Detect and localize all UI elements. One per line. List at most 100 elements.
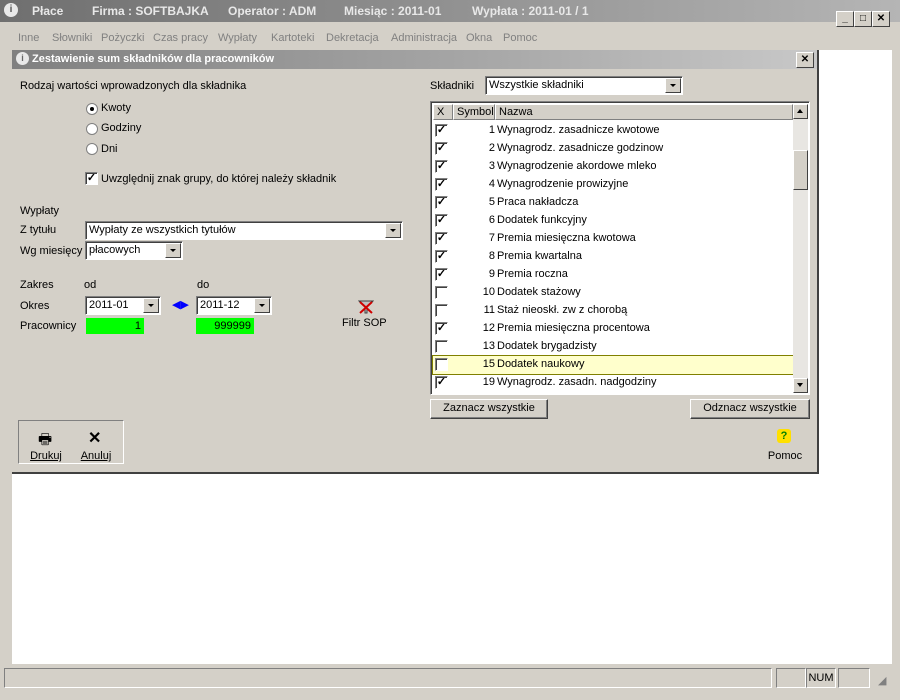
firma-label: Firma : SOFTBAJKA <box>92 4 209 18</box>
zaznacz-wszystkie-button[interactable]: Zaznacz wszystkie <box>430 399 548 419</box>
filtr-sop-button[interactable]: Filtr SOP <box>342 298 392 332</box>
pomoc-button[interactable]: ? Pomoc <box>763 428 807 468</box>
menu-administracja[interactable]: Administracja <box>391 32 457 44</box>
menu-pomoc[interactable]: Pomoc <box>503 32 537 44</box>
app-logo-icon: i <box>4 3 18 17</box>
row-symbol: 5 <box>488 196 495 208</box>
chevron-down-icon[interactable] <box>665 78 681 93</box>
row-checkbox[interactable] <box>435 286 448 299</box>
row-checkbox[interactable]: ✓ <box>435 178 448 191</box>
menu-okna[interactable]: Okna <box>466 32 492 44</box>
row-checkbox[interactable]: ✓ <box>435 376 448 389</box>
grid-scrollbar[interactable] <box>793 104 808 393</box>
row-name: Premia kwartalna <box>497 250 582 262</box>
table-row[interactable]: ✓ 12 Premia miesięczna procentowa <box>433 320 793 338</box>
table-row[interactable]: 15 Dodatek naukowy <box>432 355 794 375</box>
z-tytulu-select[interactable]: Wypłaty ze wszystkich tytułów <box>85 221 403 240</box>
drukuj-button[interactable]: 🖶 Drukuj <box>24 428 68 468</box>
menu-wyplaty[interactable]: Wypłaty <box>218 32 257 44</box>
row-checkbox[interactable] <box>435 358 448 371</box>
chevron-down-icon[interactable] <box>165 243 181 258</box>
radio-dni[interactable] <box>86 143 98 155</box>
col-header-symbol[interactable]: Symbol <box>453 104 495 120</box>
row-checkbox[interactable]: ✓ <box>435 160 448 173</box>
row-checkbox[interactable]: ✓ <box>435 250 448 263</box>
row-symbol: 13 <box>482 340 495 352</box>
table-row[interactable]: ✓ 3 Wynagrodzenie akordowe mleko <box>433 158 793 176</box>
anuluj-button[interactable]: ✕ Anuluj <box>74 428 118 468</box>
row-checkbox[interactable]: ✓ <box>435 142 448 155</box>
okres-od-value: 2011-01 <box>89 299 129 311</box>
wg-miesiecy-value: płacowych <box>89 244 141 256</box>
table-row[interactable]: ✓ 6 Dodatek funkcyjny <box>433 212 793 230</box>
row-name: Wynagrodz. zasadnicze kwotowe <box>497 124 660 136</box>
filtr-sop-label: Filtr SOP <box>342 317 387 329</box>
row-symbol: 1 <box>488 124 495 136</box>
okres-od-select[interactable]: 2011-01 <box>85 296 161 315</box>
table-row[interactable]: ✓ 2 Wynagrodz. zasadnicze godzinow <box>433 140 793 158</box>
scroll-up-icon[interactable] <box>793 104 808 119</box>
chevron-down-icon[interactable] <box>143 298 159 313</box>
menu-slowniki[interactable]: Słowniki <box>52 32 92 44</box>
dialog-title: Zestawienie sum składników dla pracownik… <box>32 53 275 65</box>
pracownicy-od-field[interactable]: 1 <box>86 318 144 334</box>
table-row[interactable]: ✓ 4 Wynagrodzenie prowizyjne <box>433 176 793 194</box>
row-checkbox[interactable]: ✓ <box>435 232 448 245</box>
pracownicy-do-field[interactable]: 999999 <box>196 318 254 334</box>
table-row[interactable]: ✓ 8 Premia kwartalna <box>433 248 793 266</box>
maximize-button[interactable]: □ <box>854 11 872 27</box>
table-row[interactable]: ✓ 7 Premia miesięczna kwotowa <box>433 230 793 248</box>
odznacz-wszystkie-button[interactable]: Odznacz wszystkie <box>690 399 810 419</box>
scroll-down-icon[interactable] <box>793 378 808 393</box>
table-row[interactable]: ✓ 19 Wynagrodz. zasadn. nadgodziny <box>433 374 793 392</box>
resize-grip-icon[interactable]: ◢ <box>878 674 886 687</box>
radio-godziny[interactable] <box>86 123 98 135</box>
okres-do-select[interactable]: 2011-12 <box>196 296 272 315</box>
row-checkbox[interactable]: ✓ <box>435 196 448 209</box>
close-app-button[interactable]: ✕ <box>872 11 890 27</box>
row-symbol: 15 <box>482 358 495 370</box>
table-row[interactable]: ✓ 5 Praca nakładcza <box>433 194 793 212</box>
col-header-x[interactable]: X <box>433 104 453 120</box>
row-checkbox[interactable]: ✓ <box>435 124 448 137</box>
table-row[interactable]: 10 Dodatek stażowy <box>433 284 793 302</box>
col-header-nazwa[interactable]: Nazwa <box>495 104 793 120</box>
table-row[interactable]: ✓ 1 Wynagrodz. zasadnicze kwotowe <box>433 122 793 140</box>
row-checkbox[interactable] <box>435 340 448 353</box>
minimize-button[interactable]: _ <box>836 11 854 27</box>
row-name: Dodatek naukowy <box>497 358 585 370</box>
anuluj-label: Anuluj <box>80 450 112 462</box>
help-icon: ? <box>777 429 791 443</box>
menu-czas-pracy[interactable]: Czas pracy <box>153 32 208 44</box>
swap-arrows-icon[interactable]: ◀▶ <box>172 298 189 311</box>
wyplata-label: Wypłata : 2011-01 / 1 <box>472 4 589 18</box>
od-label: od <box>84 279 97 291</box>
status-panel-num: NUM <box>806 668 836 688</box>
dialog-logo-icon: i <box>16 52 29 65</box>
chevron-down-icon[interactable] <box>254 298 270 313</box>
row-name: Dodatek brygadzisty <box>497 340 597 352</box>
table-row[interactable]: 11 Staż nieoskł. zw z chorobą <box>433 302 793 320</box>
uwzglednij-checkbox[interactable]: ✓ <box>85 172 98 185</box>
row-checkbox[interactable]: ✓ <box>435 268 448 281</box>
z-tytulu-label: Z tytułu <box>20 224 57 236</box>
scroll-thumb[interactable] <box>793 150 808 190</box>
row-checkbox[interactable] <box>435 304 448 317</box>
menu-kartoteki[interactable]: Kartoteki <box>271 32 314 44</box>
wg-miesiecy-label: Wg miesięcy <box>20 245 83 257</box>
menu-pozyczki[interactable]: Pożyczki <box>101 32 144 44</box>
wg-miesiecy-select[interactable]: płacowych <box>85 241 183 260</box>
menu-inne[interactable]: Inne <box>18 32 39 44</box>
table-row[interactable]: 13 Dodatek brygadzisty <box>433 338 793 356</box>
chevron-down-icon[interactable] <box>385 223 401 238</box>
operator-label: Operator : ADM <box>228 4 317 18</box>
row-checkbox[interactable]: ✓ <box>435 322 448 335</box>
skladniki-select[interactable]: Wszystkie składniki <box>485 76 683 95</box>
menu-dekretacja[interactable]: Dekretacja <box>326 32 379 44</box>
radio-kwoty[interactable] <box>86 103 98 115</box>
close-dialog-button[interactable]: ✕ <box>796 52 814 68</box>
row-checkbox[interactable]: ✓ <box>435 214 448 227</box>
uwzglednij-label: Uwzględnij znak grupy, do której należy … <box>101 173 337 185</box>
rodzaj-label: Rodzaj wartości wprowadzonych dla składn… <box>20 80 247 92</box>
table-row[interactable]: ✓ 9 Premia roczna <box>433 266 793 284</box>
